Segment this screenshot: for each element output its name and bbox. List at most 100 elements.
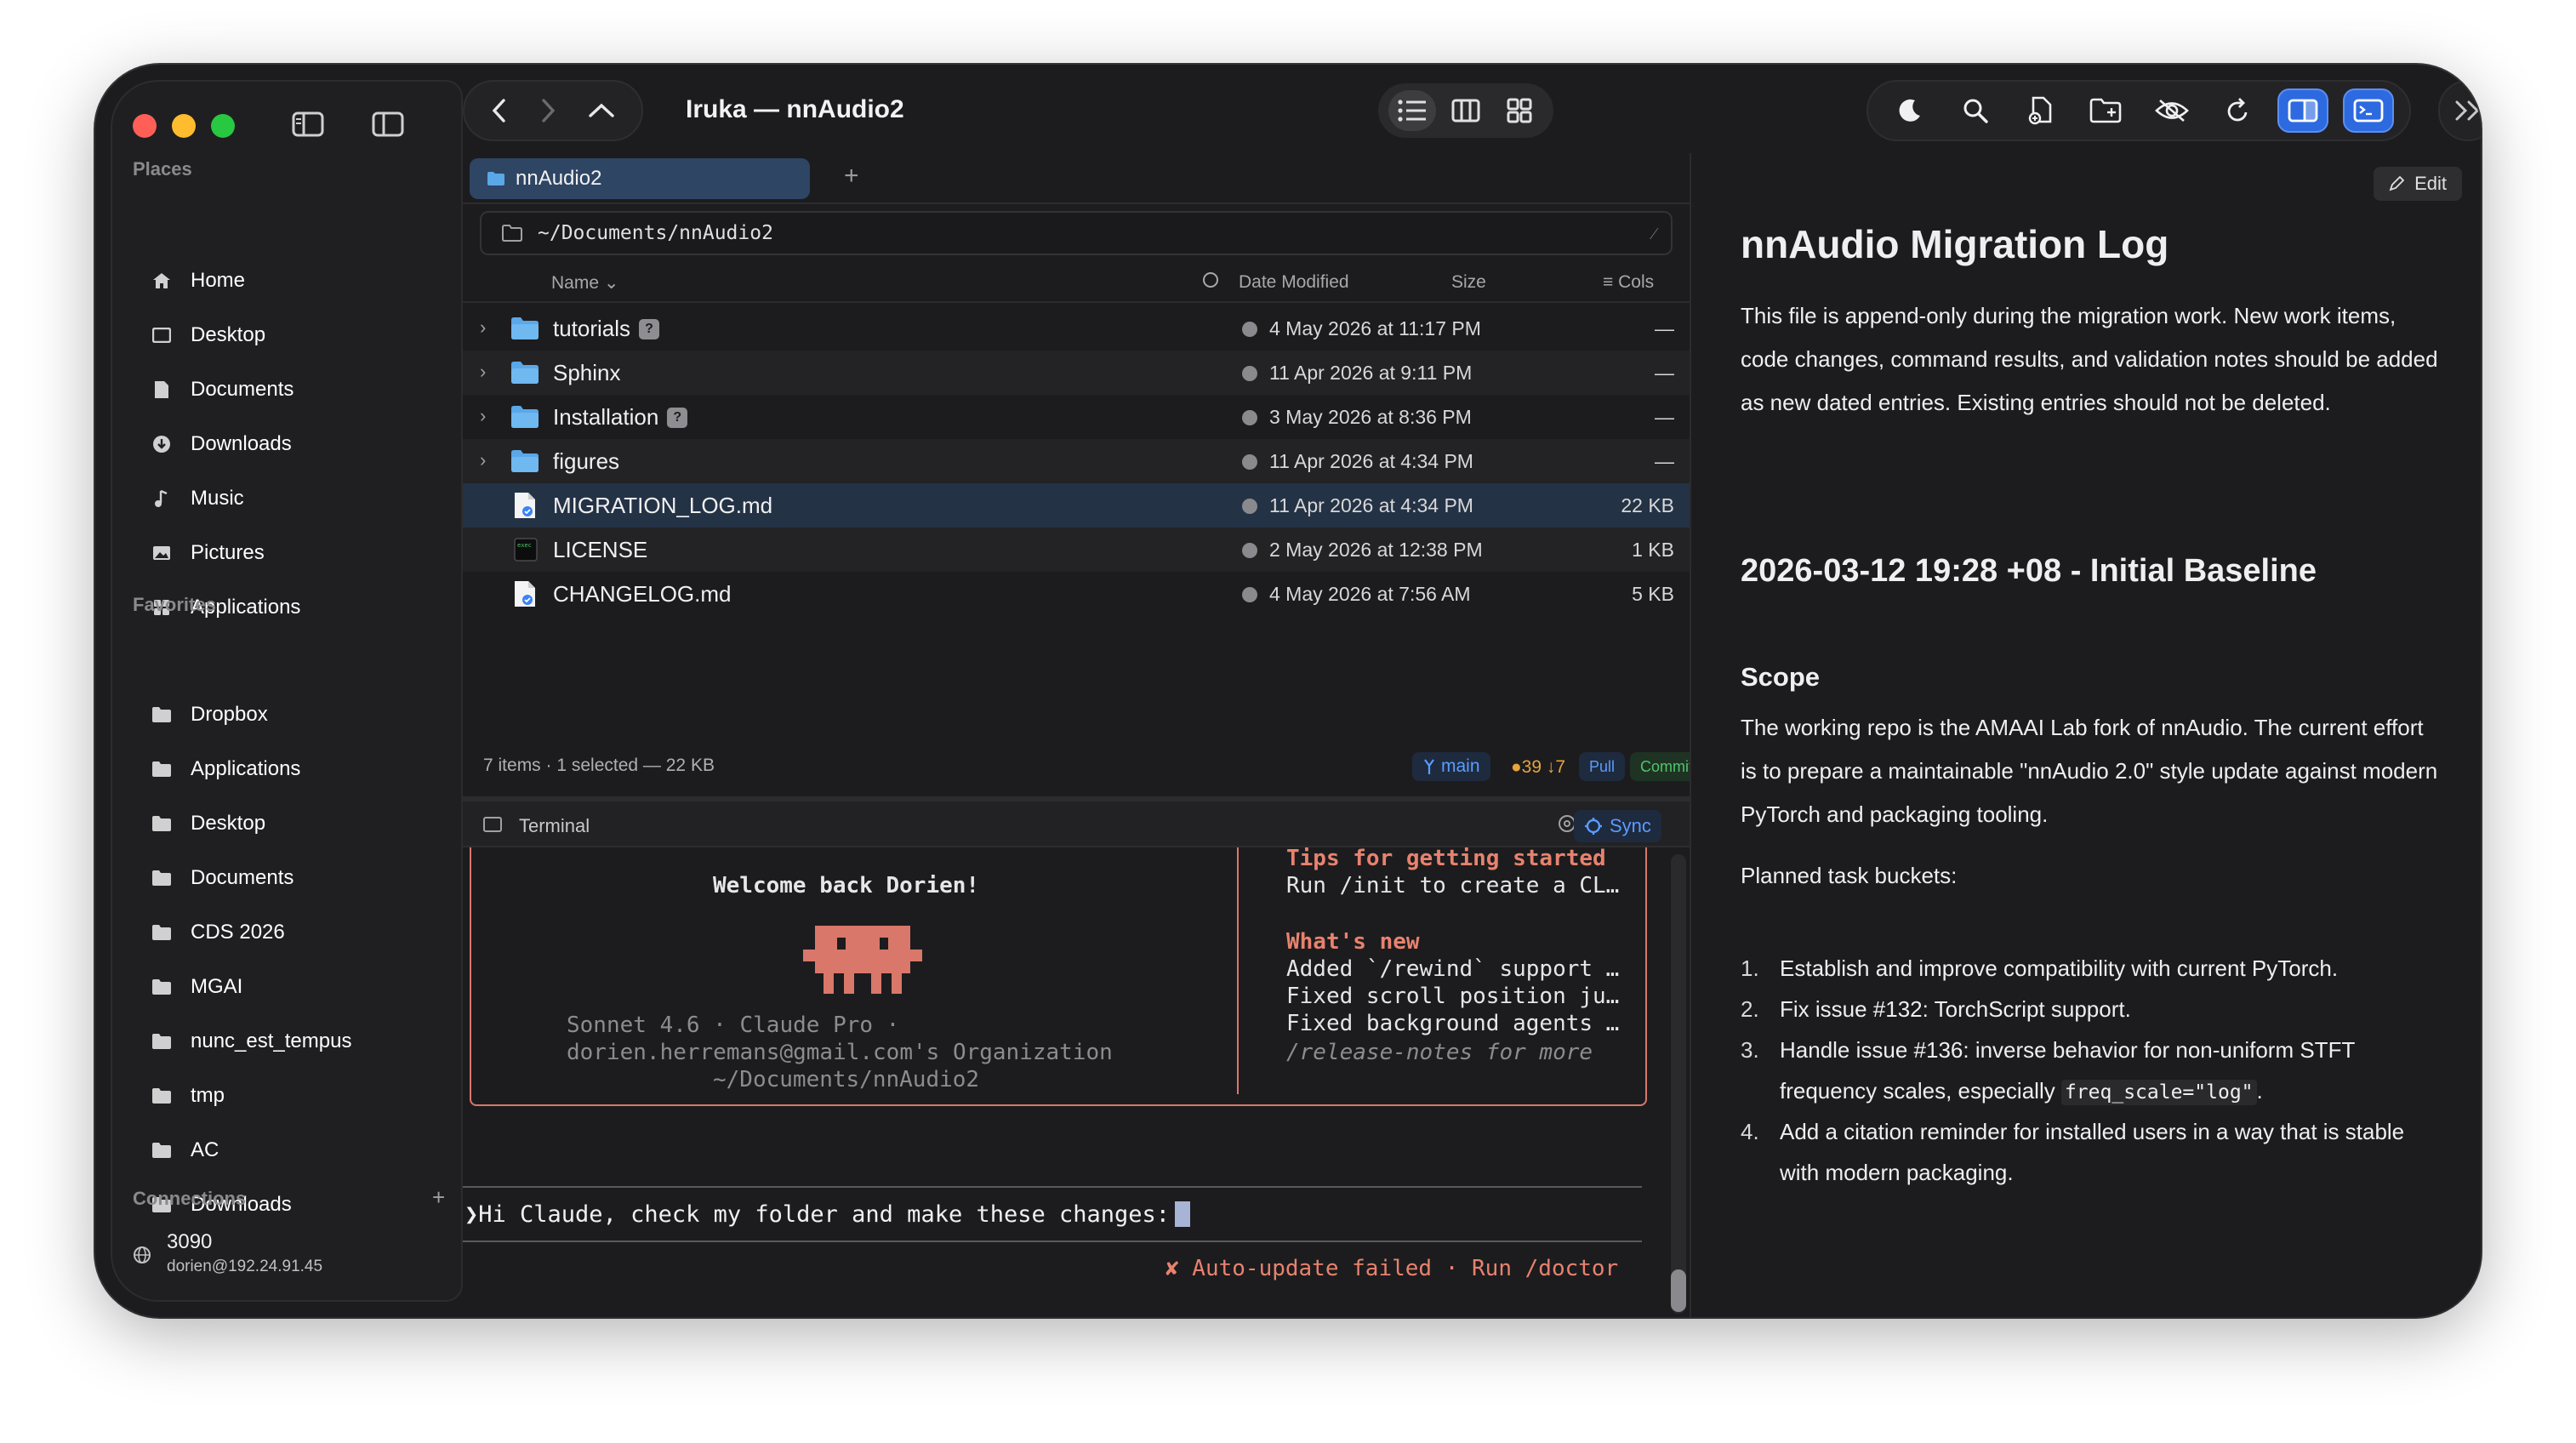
pencil-icon: [2389, 176, 2405, 191]
file-size: 22 KB: [1621, 494, 1674, 516]
list-view-icon[interactable]: [1388, 90, 1436, 131]
grid-view-icon[interactable]: [1496, 90, 1543, 131]
app-window: Places Home Desktop Documents Downloads …: [95, 65, 2481, 1317]
column-view-icon[interactable]: [1442, 90, 1490, 131]
sidebar-item-pictures[interactable]: Pictures: [151, 534, 441, 572]
sidebar-item-tmp[interactable]: tmp: [151, 1077, 441, 1115]
behind-count: ↓7: [1546, 757, 1566, 777]
list-number: 2.: [1741, 996, 1759, 1022]
sidebar-item-label: Dropbox: [191, 703, 268, 726]
edit-button[interactable]: Edit: [2374, 167, 2462, 201]
sidebar-item-downloads[interactable]: Downloads: [151, 425, 441, 463]
cols-label: Cols: [1618, 272, 1655, 292]
sidebar-item-desktop-fav[interactable]: Desktop: [151, 805, 441, 842]
cols-button[interactable]: ≡ Cols: [1603, 272, 1654, 293]
sidebar-item-desktop[interactable]: Desktop: [151, 317, 441, 354]
preview-panel-icon[interactable]: [2277, 88, 2328, 133]
sidebar-item-applications-fav[interactable]: Applications: [151, 750, 441, 788]
sidebar-item-ac[interactable]: AC: [151, 1132, 441, 1169]
svg-text:exec: exec: [517, 542, 532, 549]
favorites-header: Favorites: [133, 594, 216, 615]
list-text: Establish and improve compatibility with…: [1780, 955, 2339, 981]
up-icon[interactable]: [588, 102, 615, 119]
sidebar-item-music[interactable]: Music: [151, 480, 441, 517]
document-icon: [151, 379, 172, 400]
file-name: Installation: [553, 404, 659, 430]
refresh-icon[interactable]: [2212, 88, 2263, 133]
prompt-text: Hi Claude, check my folder and make thes…: [478, 1201, 1171, 1228]
status-bar: 7 items · 1 selected — 22 KB main ●39 ↓7…: [463, 745, 1717, 788]
connection-item[interactable]: 3090 dorien@192.24.91.45: [133, 1229, 447, 1283]
markdown-file-icon: [515, 493, 535, 518]
toggle-sidebar-icon[interactable]: [289, 107, 327, 141]
edit-path-icon[interactable]: ⁄: [1653, 223, 1656, 244]
sidebar-item-documents-fav[interactable]: Documents: [151, 859, 441, 897]
date-column-header[interactable]: Date Modified: [1239, 272, 1349, 293]
whats-new-title: What's new: [1286, 929, 1420, 955]
sync-button[interactable]: Sync: [1574, 810, 1661, 842]
prompt-input[interactable]: ❯ Hi Claude, check my folder and make th…: [463, 1186, 1642, 1242]
more-tools-icon[interactable]: [2438, 80, 2481, 141]
chevron-right-icon[interactable]: ›: [480, 361, 486, 383]
file-row-figures[interactable]: › figures 11 Apr 2026 at 4:34 PM —: [463, 439, 1690, 483]
minimize-window-button[interactable]: [172, 114, 196, 138]
terminal-icon: [483, 817, 502, 832]
name-column-label: Name: [551, 273, 600, 293]
maximize-window-button[interactable]: [211, 114, 235, 138]
status-dot: [1242, 543, 1257, 558]
branch-button[interactable]: main: [1412, 752, 1490, 781]
toggle-panel-icon[interactable]: [369, 107, 407, 141]
sidebar-item-home[interactable]: Home: [151, 262, 441, 299]
new-folder-icon[interactable]: [2081, 88, 2132, 133]
sidebar-item-documents[interactable]: Documents: [151, 371, 441, 408]
file-row-tutorials[interactable]: › tutorials? 4 May 2026 at 11:17 PM —: [463, 306, 1690, 351]
hidden-files-icon[interactable]: [2146, 88, 2197, 133]
sidebar-item-label: Pictures: [191, 541, 265, 564]
file-row-installation[interactable]: › Installation? 3 May 2026 at 8:36 PM —: [463, 395, 1690, 439]
forward-icon[interactable]: [539, 98, 556, 123]
folder-icon: [511, 406, 539, 428]
size-column-header[interactable]: Size: [1451, 272, 1486, 293]
close-window-button[interactable]: [133, 114, 157, 138]
folder-icon: [511, 450, 539, 472]
file-date: 11 Apr 2026 at 9:11 PM: [1269, 362, 1473, 384]
chevron-right-icon[interactable]: ›: [480, 449, 486, 471]
file-date: 2 May 2026 at 12:38 PM: [1269, 539, 1483, 561]
status-column-icon[interactable]: [1201, 271, 1220, 294]
chevron-right-icon[interactable]: ›: [480, 317, 486, 339]
search-icon[interactable]: [1950, 88, 2001, 133]
pull-button[interactable]: Pull: [1579, 752, 1626, 781]
scope-paragraph: The working repo is the AMAAI Lab fork o…: [1741, 715, 2438, 827]
terminal-panel-icon[interactable]: [2342, 88, 2394, 133]
terminal-scrollbar[interactable]: [1671, 854, 1686, 1314]
file-row-sphinx[interactable]: › Sphinx 11 Apr 2026 at 9:11 PM —: [463, 351, 1690, 395]
terminal-output[interactable]: Welcome back Dorien! Sonnet 4.6 · Claude…: [463, 846, 1690, 1317]
sidebar-item-cds-2026[interactable]: CDS 2026: [151, 914, 441, 951]
update-error: ✘ Auto-update failed · Run /doctor: [1165, 1256, 1619, 1281]
back-icon[interactable]: [491, 98, 508, 123]
file-size: —: [1655, 406, 1674, 428]
sidebar-item-mgai[interactable]: MGAI: [151, 968, 441, 1006]
main-area: Iruka — nnAudio2 nnAudio2 + ~/Documents/…: [463, 65, 2481, 1317]
scrollbar-thumb[interactable]: [1671, 1269, 1686, 1312]
new-tab-button[interactable]: +: [844, 162, 859, 191]
file-name: figures: [553, 448, 620, 474]
list-item: 4. Add a citation reminder for installed …: [1741, 1111, 2443, 1193]
file-name: Sphinx: [553, 360, 621, 385]
new-file-icon[interactable]: [2015, 88, 2066, 133]
status-dot: [1242, 587, 1257, 602]
text-cursor: [1175, 1201, 1191, 1227]
list-item: 2. Fix issue #132: TorchScript support.: [1741, 989, 2443, 1029]
tab-nnaudio2[interactable]: nnAudio2: [470, 158, 810, 199]
path-bar[interactable]: ~/Documents/nnAudio2 ⁄: [480, 211, 1673, 255]
add-connection-button[interactable]: +: [432, 1184, 445, 1211]
file-row-license[interactable]: exec LICENSE 2 May 2026 at 12:38 PM 1 KB: [463, 528, 1690, 572]
file-row-changelog[interactable]: CHANGELOG.md 4 May 2026 at 7:56 AM 5 KB: [463, 572, 1690, 616]
dark-mode-icon[interactable]: [1884, 88, 1935, 133]
sidebar-item-dropbox[interactable]: Dropbox: [151, 696, 441, 733]
name-column-header[interactable]: Name ⌄: [551, 272, 618, 294]
file-row-migration-log[interactable]: MIGRATION_LOG.md 11 Apr 2026 at 4:34 PM …: [463, 483, 1690, 528]
sidebar-item-label: tmp: [191, 1084, 225, 1107]
chevron-right-icon[interactable]: ›: [480, 405, 486, 427]
sidebar-item-nunc-est-tempus[interactable]: nunc_est_tempus: [151, 1023, 441, 1060]
